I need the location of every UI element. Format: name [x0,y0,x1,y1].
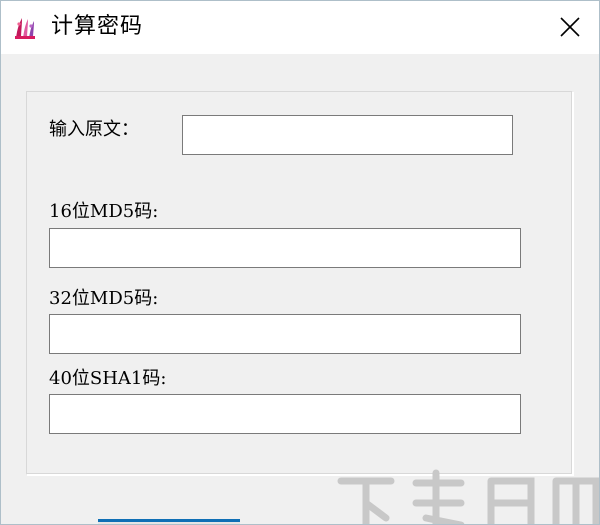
sha1-40-output[interactable] [49,394,521,434]
window-title: 计算密码 [51,14,144,39]
calculate-button[interactable] [98,519,240,524]
md5-32-label: 32位MD5码: [49,288,159,309]
calculate-password-window: 计算密码 输入原文： 16位MD5码: 32位MD5码: 40位SHA1码: [0,0,600,525]
md5-16-output[interactable] [49,228,521,268]
close-button[interactable] [541,1,599,54]
source-text-input[interactable] [182,115,513,155]
close-icon [560,17,580,37]
md5-16-label: 16位MD5码: [49,201,159,222]
title-bar: 计算密码 [1,1,599,54]
source-text-label: 输入原文： [49,119,139,140]
sha1-40-label: 40位SHA1码: [49,368,167,389]
md5-32-output[interactable] [49,314,521,354]
app-logo-icon [13,14,37,42]
